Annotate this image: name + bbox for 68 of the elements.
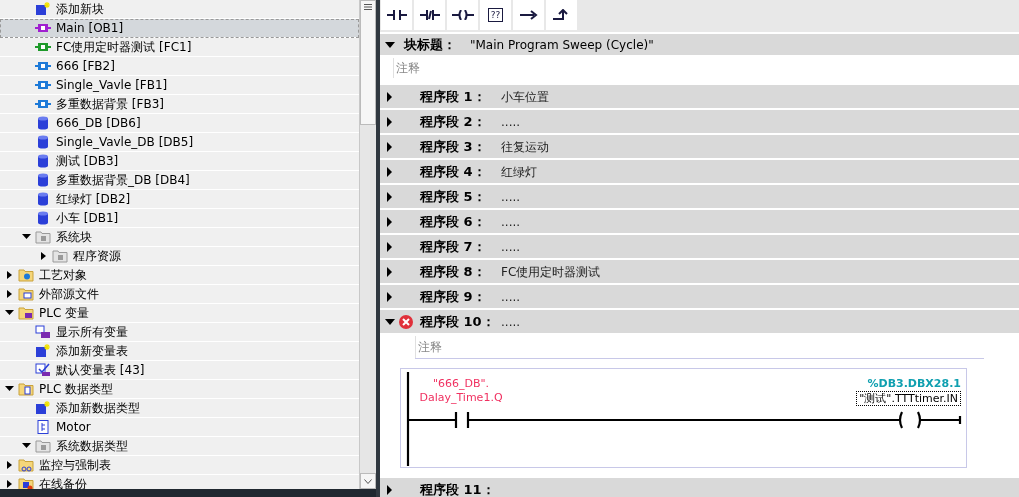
tree-item[interactable]: Single_Vavle_DB [DB5] [0, 133, 359, 152]
network-label: 程序段 4： [420, 162, 487, 181]
network-title: 小车位置 [501, 88, 549, 106]
tree-item[interactable]: 显示所有变量 [0, 323, 359, 342]
network-label: 程序段 5： [420, 187, 487, 206]
network-header[interactable]: 程序段 4： 红绿灯 [380, 160, 1019, 183]
network-title: ..... [501, 288, 521, 306]
comment-field[interactable]: 注释 [393, 58, 420, 78]
toolbar-button[interactable]: ?? [480, 0, 511, 30]
tree-item[interactable]: 666_DB [DB6] [0, 114, 359, 133]
network-label: 程序段 3： [420, 137, 487, 156]
tree-item[interactable]: PLC 变量 [0, 304, 359, 323]
coil-address: %DB3.DBX28.1 [867, 377, 961, 391]
network-header[interactable]: 程序段 6： ..... [380, 210, 1019, 233]
tree-item[interactable]: 外部源文件 [0, 285, 359, 304]
network-label: 程序段 10： [420, 312, 496, 331]
tree-item[interactable]: 添加新数据类型 [0, 399, 359, 418]
network-header[interactable]: 程序段 3： 往复运动 [380, 135, 1019, 158]
tree-item[interactable]: 系统数据类型 [0, 437, 359, 456]
tree-item[interactable]: 监控与强制表 [0, 456, 359, 475]
network-header[interactable]: 程序段 9： ..... [380, 285, 1019, 308]
tree-item[interactable]: 666 [FB2] [0, 57, 359, 76]
network-title: ..... [501, 113, 521, 131]
tree-item[interactable]: 系统块 [0, 228, 359, 247]
tree-item[interactable]: Main [OB1] [0, 19, 359, 38]
tree-item[interactable]: 默认变量表 [43] [0, 361, 359, 380]
tree-item[interactable]: 多重数据背景_DB [DB4] [0, 171, 359, 190]
tree-item[interactable]: 添加新变量表 [0, 342, 359, 361]
network-title: 往复运动 [501, 138, 549, 156]
network-label: 程序段 6： [420, 212, 487, 231]
network-title: ..... [501, 313, 521, 331]
network-label: 程序段 1： [420, 87, 487, 106]
tree-item[interactable]: 多重数据背景 [FB3] [0, 95, 359, 114]
network-label: 程序段 2： [420, 112, 487, 131]
tree-item[interactable]: 程序资源 [0, 247, 359, 266]
tree-item[interactable]: 添加新块 [0, 0, 359, 19]
network-header[interactable]: 程序段 10： ..... [380, 310, 1019, 333]
network-title: ..... [501, 213, 521, 231]
network-title: 红绿灯 [501, 163, 537, 181]
tree-item[interactable]: Single_Vavle [FB1] [0, 76, 359, 95]
network-label: 程序段 8： [420, 262, 487, 281]
block-title-value: "Main Program Sweep (Cycle)" [470, 36, 654, 54]
tree-item[interactable]: 小车 [DB1] [0, 209, 359, 228]
network-header[interactable]: 程序段 11： [380, 478, 1019, 497]
network-label: 程序段 11： [420, 480, 496, 497]
empty-box-icon: ?? [487, 8, 504, 22]
network-header[interactable]: 程序段 5： ..... [380, 185, 1019, 208]
tree-item[interactable]: 工艺对象 [0, 266, 359, 285]
tree-item[interactable]: 测试 [DB3] [0, 152, 359, 171]
network-label: 程序段 9： [420, 287, 487, 306]
network-title: FC使用定时器测试 [501, 263, 601, 281]
tree-item[interactable]: PLC 数据类型 [0, 380, 359, 399]
tree-item[interactable]: 红绿灯 [DB2] [0, 190, 359, 209]
block-title-label: 块标题： [404, 35, 456, 54]
network-label: 程序段 7： [420, 237, 487, 256]
comment-field[interactable]: 注释 [415, 336, 442, 358]
network-title: ..... [501, 238, 521, 256]
network-title: ..... [501, 188, 521, 206]
contact-operand: Dalay_Time1.Q [419, 391, 503, 405]
contact-operand: "666_DB". [432, 377, 490, 391]
network-header[interactable]: 程序段 7： ..... [380, 235, 1019, 258]
network-header[interactable]: 程序段 8： FC使用定时器测试 [380, 260, 1019, 283]
block-title-bar[interactable]: 块标题： "Main Program Sweep (Cycle)" [380, 34, 1019, 55]
network-header[interactable]: 程序段 1： 小车位置 [380, 85, 1019, 108]
tree-item[interactable]: FC使用定时器测试 [FC1] [0, 38, 359, 57]
network-header[interactable]: 程序段 2： ..... [380, 110, 1019, 133]
tree-item[interactable]: Motor [0, 418, 359, 437]
coil-operand[interactable]: "测试".TTTtimer.IN [856, 391, 961, 406]
